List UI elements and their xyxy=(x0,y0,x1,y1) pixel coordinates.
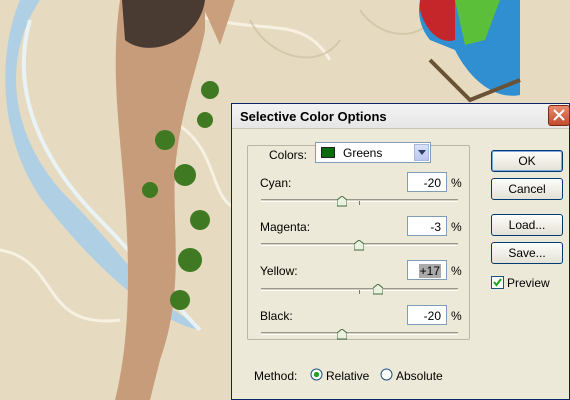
load-button[interactable]: Load... xyxy=(491,214,563,236)
method-label: Method: xyxy=(254,369,298,383)
save-button[interactable]: Save... xyxy=(491,242,563,264)
close-button[interactable] xyxy=(548,105,570,126)
close-icon xyxy=(553,109,565,121)
magenta-label: Magenta: xyxy=(260,220,311,234)
yellow-slider-thumb[interactable] xyxy=(373,284,383,295)
dialog-title: Selective Color Options xyxy=(240,109,387,124)
cyan-slider-thumb[interactable] xyxy=(337,196,347,207)
black-label: Black: xyxy=(260,309,293,323)
black-slider-track[interactable] xyxy=(261,332,458,335)
color-swatch xyxy=(321,147,335,158)
black-percent: % xyxy=(451,309,462,323)
radio-absolute[interactable] xyxy=(380,368,393,381)
yellow-center-tick xyxy=(359,290,360,294)
magenta-slider-thumb[interactable] xyxy=(354,240,364,251)
yellow-percent: % xyxy=(451,264,462,278)
cyan-value: -20 xyxy=(423,176,441,190)
magenta-value: -3 xyxy=(430,220,441,234)
radio-relative-label[interactable]: Relative xyxy=(326,369,369,383)
radio-relative[interactable] xyxy=(310,368,323,381)
cyan-label: Cyan: xyxy=(260,176,292,190)
chevron-down-icon[interactable] xyxy=(414,144,429,161)
yellow-label: Yellow: xyxy=(260,264,298,278)
selective-color-dialog: Selective Color Options Colors: Greens C… xyxy=(231,103,570,400)
preview-checkbox[interactable] xyxy=(491,276,504,289)
preview-label[interactable]: Preview xyxy=(507,276,550,290)
yellow-value: +17 xyxy=(418,264,441,278)
cyan-center-tick xyxy=(359,201,360,205)
cyan-percent: % xyxy=(451,176,462,190)
black-slider-thumb[interactable] xyxy=(337,329,347,340)
ok-button[interactable]: OK xyxy=(491,150,563,172)
magenta-input[interactable]: -3 xyxy=(407,216,447,236)
colors-dropdown-value: Greens xyxy=(343,146,383,160)
radio-absolute-label[interactable]: Absolute xyxy=(396,369,443,383)
magenta-percent: % xyxy=(451,220,462,234)
black-value: -20 xyxy=(423,309,441,323)
cancel-button[interactable]: Cancel xyxy=(491,178,563,200)
black-input[interactable]: -20 xyxy=(407,305,447,325)
colors-dropdown[interactable]: Greens xyxy=(315,142,431,163)
cyan-input[interactable]: -20 xyxy=(407,172,447,192)
checkmark-icon xyxy=(493,278,502,287)
title-bar[interactable]: Selective Color Options xyxy=(232,104,570,129)
yellow-input[interactable]: +17 xyxy=(407,260,447,280)
colors-label: Colors: xyxy=(269,148,308,162)
